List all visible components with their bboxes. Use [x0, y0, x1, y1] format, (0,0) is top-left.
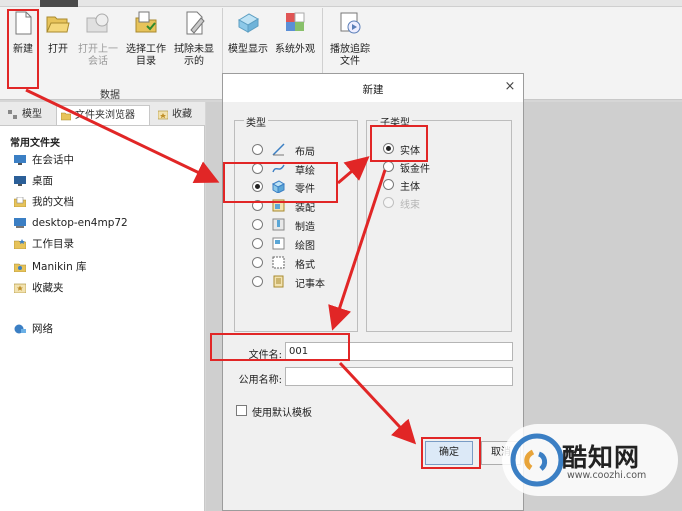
in-session-icon [14, 155, 26, 165]
select-working-dir-label: 选择工作目录 [126, 44, 166, 67]
subtype-label-body: 主体 [400, 182, 420, 193]
model-tree-icon [8, 110, 17, 119]
close-icon[interactable]: × [503, 80, 517, 94]
folder-item-label: 桌面 [32, 175, 53, 187]
type-radio-notebook[interactable] [252, 276, 263, 287]
notebook-icon [273, 275, 284, 288]
tab-folder-browser-label: 文件夹浏览器 [75, 110, 135, 121]
folder-item-label: 工作目录 [32, 238, 74, 250]
drawing-icon [272, 237, 285, 250]
folder-item-label: desktop-en4mp72 [32, 217, 128, 229]
type-label-manufacturing: 制造 [295, 222, 315, 233]
layout-icon [272, 143, 285, 156]
type-label-format: 格式 [295, 260, 315, 271]
watermark-brand: 酷知网 [562, 443, 641, 472]
tab-favorites[interactable]: 收藏 [154, 105, 200, 125]
folder-item-favorites[interactable]: 收藏夹 [14, 280, 64, 296]
computer-icon [14, 218, 26, 228]
folder-item-network[interactable]: 网络 [14, 321, 53, 337]
type-label-layout: 布局 [295, 147, 315, 158]
coozhi-logo-icon [510, 433, 564, 487]
folder-item-working-directory[interactable]: 工作目录 [14, 236, 74, 252]
annotation-box-ok [421, 437, 481, 469]
annotation-box-new [7, 9, 39, 89]
ribbon-tab-remnant[interactable] [40, 0, 78, 7]
annotation-box-part [223, 162, 338, 203]
tab-model-label: 模型 [22, 109, 42, 120]
tab-favorites-label: 收藏 [172, 109, 192, 120]
folder-item-label: Manikin 库 [32, 261, 87, 273]
my-documents-icon [14, 197, 26, 207]
use-default-template-checkbox[interactable] [236, 405, 247, 416]
open-button-label: 打开 [48, 44, 68, 55]
subtype-label-harness: 线束 [400, 200, 420, 211]
folder-item-desktop[interactable]: 桌面 [14, 173, 53, 189]
type-radio-manufacturing[interactable] [252, 219, 263, 230]
format-icon [272, 256, 285, 269]
model-display-button[interactable]: 模型显示 [226, 10, 270, 56]
open-last-session-label: 打开上一会话 [78, 44, 118, 67]
common-name-input[interactable] [285, 367, 513, 386]
manufacturing-icon [272, 218, 285, 231]
type-radio-layout[interactable] [252, 144, 263, 155]
subtype-radio-harness [383, 197, 394, 208]
use-default-template-label: 使用默认模板 [252, 408, 312, 419]
erase-not-displayed-label: 拭除未显示的 [174, 44, 214, 67]
open-last-session-icon [86, 13, 109, 33]
network-icon [14, 324, 26, 334]
folder-item-my-documents[interactable]: 我的文档 [14, 194, 74, 210]
model-display-icon [238, 13, 259, 33]
subtype-label-sheetmetal: 钣金件 [400, 164, 430, 175]
subtype-radio-body[interactable] [383, 179, 394, 190]
select-working-dir-button[interactable]: 选择工作目录 [124, 10, 168, 68]
folder-item-label: 在会话中 [32, 154, 74, 166]
select-working-dir-icon [135, 11, 157, 33]
desktop-icon [14, 176, 26, 186]
erase-not-displayed-button[interactable]: 拭除未显示的 [171, 10, 217, 68]
open-button[interactable]: 打开 [44, 10, 72, 56]
favorites-icon [14, 283, 26, 293]
folder-item-manikin-library[interactable]: Manikin 库 [14, 259, 87, 275]
play-trail-file-icon [340, 12, 361, 34]
open-folder-icon [46, 16, 70, 33]
type-radio-drawing[interactable] [252, 238, 263, 249]
play-trail-file-button[interactable]: 播放追踪文件 [327, 10, 373, 68]
common-name-label: 公用名称: [238, 375, 282, 386]
type-radio-format[interactable] [252, 257, 263, 268]
model-display-label: 模型显示 [228, 44, 268, 55]
tab-model[interactable]: 模型 [4, 105, 50, 125]
ribbon-tab-strip [0, 0, 682, 7]
play-trail-file-label: 播放追踪文件 [330, 44, 370, 67]
system-appearance-icon [286, 12, 305, 31]
favorites-tab-icon [158, 110, 168, 120]
folder-item-label: 收藏夹 [32, 282, 64, 294]
folder-item-label: 网络 [32, 323, 53, 335]
ribbon-group-label: 数据 [100, 90, 120, 101]
folder-item-computer[interactable]: desktop-en4mp72 [14, 215, 128, 231]
watermark-url: www.coozhi.com [567, 470, 647, 481]
working-directory-icon [14, 239, 26, 249]
system-appearance-label: 系统外观 [275, 44, 315, 55]
erase-not-displayed-icon [186, 11, 205, 35]
folder-browser-icon [61, 112, 71, 121]
annotation-box-solid [370, 125, 428, 162]
open-last-session-button[interactable]: 打开上一会话 [76, 10, 120, 68]
type-group-label: 类型 [244, 114, 268, 129]
type-label-notebook: 记事本 [295, 279, 325, 290]
type-label-drawing: 绘图 [295, 241, 315, 252]
common-folders-header: 常用文件夹 [10, 138, 60, 149]
manikin-library-icon [14, 263, 26, 272]
folder-item-label: 我的文档 [32, 196, 74, 208]
dialog-title: 新建 [362, 84, 384, 96]
tab-folder-browser[interactable]: 文件夹浏览器 [56, 105, 150, 125]
folder-item-in-session[interactable]: 在会话中 [14, 152, 74, 168]
subtype-radio-sheetmetal[interactable] [383, 161, 394, 172]
system-appearance-button[interactable]: 系统外观 [273, 10, 317, 56]
annotation-box-filename [210, 333, 350, 361]
